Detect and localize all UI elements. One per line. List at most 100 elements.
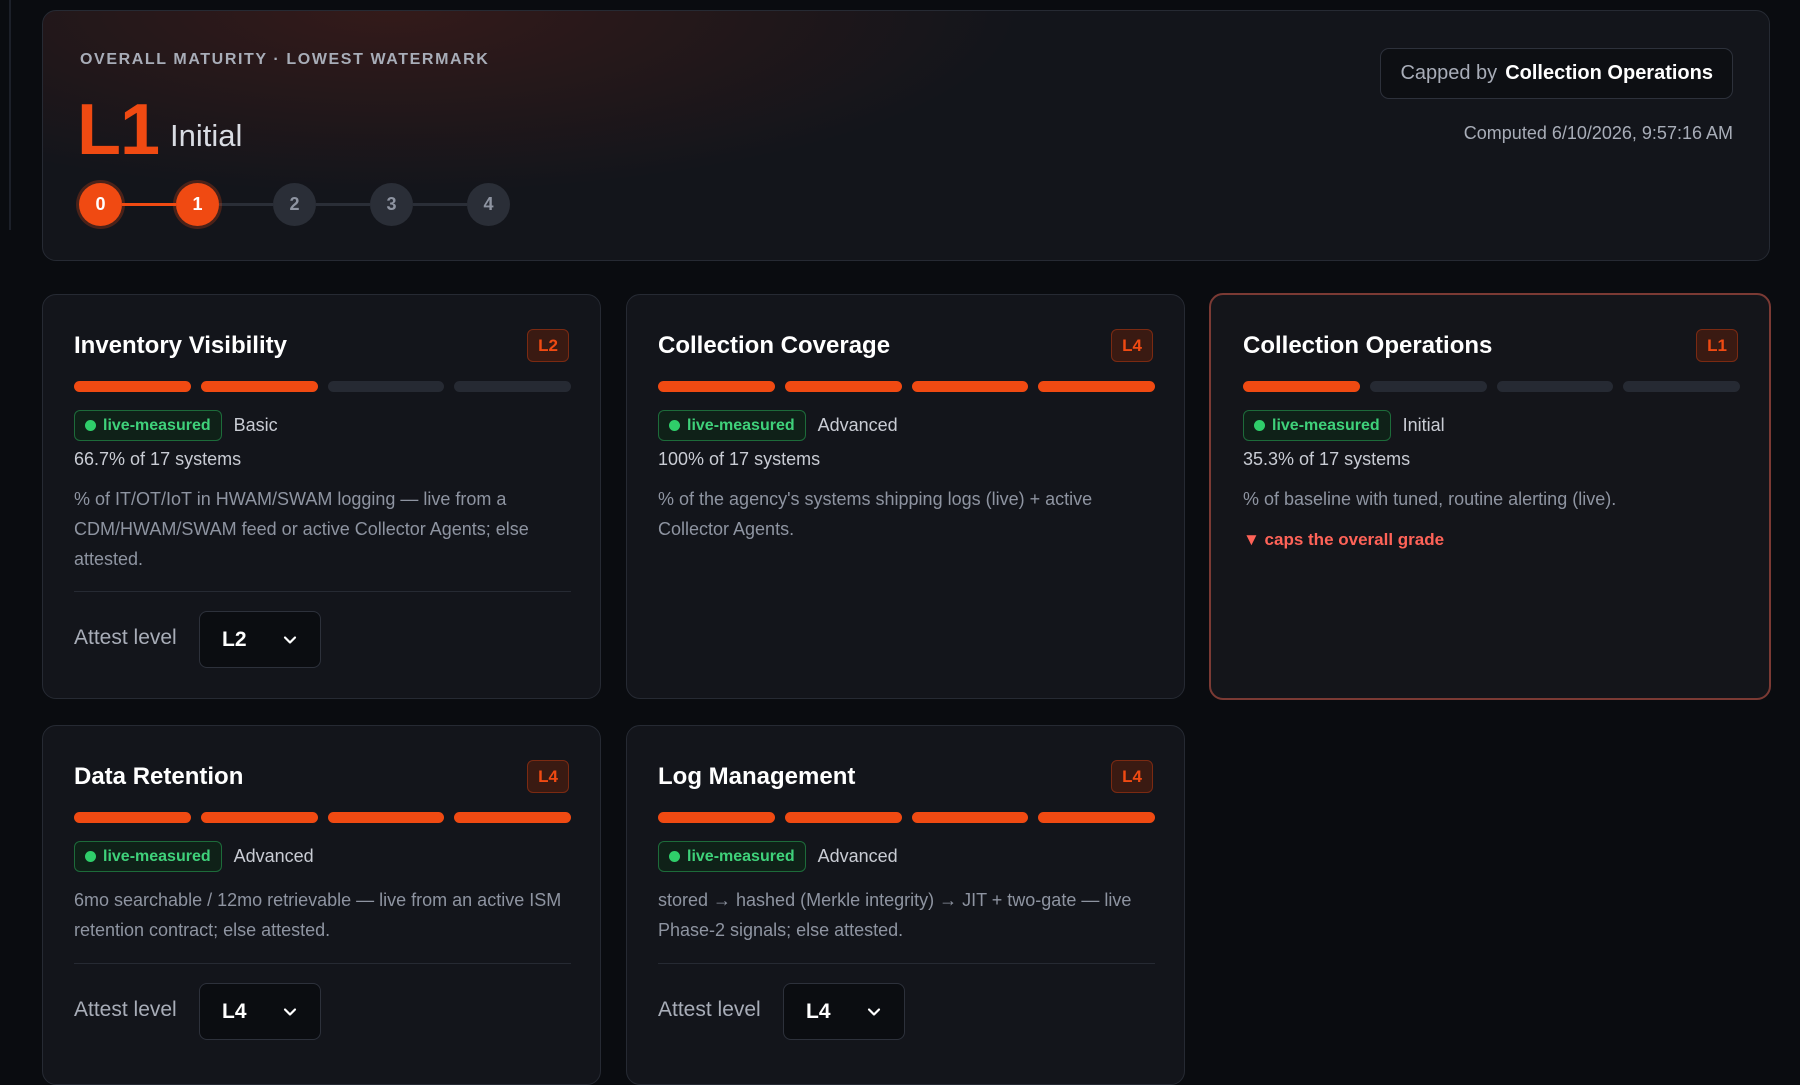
- live-status-dot-icon: [669, 851, 680, 862]
- card-title: Data Retention: [74, 763, 244, 790]
- computed-timestamp: Computed 6/10/2026, 9:57:16 AM: [1463, 123, 1733, 143]
- live-measured-badge: live-measured: [658, 841, 806, 872]
- attest-level-select[interactable]: L2: [199, 611, 321, 668]
- progress-segment: [454, 812, 571, 823]
- attest-level-label: Attest level: [74, 998, 177, 1021]
- live-measured-label: live-measured: [687, 847, 795, 865]
- stepper-step-3: 3: [370, 183, 413, 226]
- metric-card-collection-coverage: Collection Coverage L4 live-measured Adv…: [626, 294, 1185, 699]
- capped-by-dimension: Collection Operations: [1505, 62, 1713, 84]
- maturity-progress-bar: [658, 381, 1155, 392]
- chevron-down-icon: [283, 1007, 297, 1016]
- attest-level-select[interactable]: L4: [199, 983, 321, 1040]
- level-badge: L2: [527, 329, 569, 362]
- live-measured-label: live-measured: [687, 416, 795, 434]
- maturity-progress-bar: [658, 812, 1155, 823]
- tier-label: Advanced: [233, 846, 314, 866]
- progress-segment: [74, 812, 191, 823]
- stepper-step-2: 2: [273, 183, 316, 226]
- level-badge: L4: [1111, 329, 1153, 362]
- maturity-progress-bar: [74, 812, 571, 823]
- metric-card-inventory-visibility: Inventory Visibility L2 live-measured Ba…: [42, 294, 601, 699]
- level-badge: L4: [527, 760, 569, 793]
- stepper-step-4: 4: [467, 183, 510, 226]
- metric-card-data-retention: Data Retention L4 live-measured Advanced…: [42, 725, 601, 1085]
- progress-segment: [1038, 812, 1155, 823]
- live-measured-label: live-measured: [103, 416, 211, 434]
- metric-description: stored → hashed (Merkle integrity) → JIT…: [658, 890, 1132, 940]
- stepper-connector: [122, 203, 176, 206]
- progress-segment: [784, 381, 902, 392]
- divider: [74, 963, 571, 964]
- progress-segment: [200, 812, 318, 823]
- overall-maturity-panel: OVERALL MATURITY · LOWEST WATERMARK L1 I…: [42, 10, 1770, 261]
- progress-segment: [658, 812, 775, 823]
- maturity-progress-bar: [74, 381, 571, 392]
- maturity-progress-bar: [1243, 381, 1740, 392]
- level-badge: L4: [1111, 760, 1153, 793]
- card-title: Collection Coverage: [658, 332, 891, 359]
- live-measured-badge: live-measured: [658, 410, 806, 441]
- level-badge: L1: [1696, 329, 1738, 362]
- live-measured-badge: live-measured: [74, 841, 222, 872]
- metric-description: % of the agency's systems shipping logs …: [658, 489, 1093, 539]
- live-status-dot-icon: [1254, 420, 1265, 431]
- card-title: Log Management: [658, 763, 856, 790]
- coverage-stat: 66.7% of 17 systems: [74, 449, 242, 469]
- caps-overall-grade-note: ▼ caps the overall grade: [1243, 530, 1445, 549]
- tag-row: live-measured Advanced: [658, 841, 898, 872]
- left-rail-divider: [9, 0, 11, 230]
- tier-label: Advanced: [817, 415, 898, 435]
- progress-segment: [658, 381, 775, 392]
- progress-segment: [784, 812, 902, 823]
- chevron-down-icon: [867, 1007, 881, 1016]
- progress-segment: [327, 381, 445, 392]
- live-status-dot-icon: [669, 420, 680, 431]
- progress-segment: [911, 381, 1029, 392]
- progress-segment: [1623, 381, 1740, 392]
- metric-card-collection-operations: Collection Operations L1 live-measured I…: [1209, 293, 1771, 700]
- divider: [74, 591, 571, 592]
- attest-level-value: L2: [222, 627, 247, 651]
- capped-by-badge: Capped by Collection Operations: [1380, 48, 1733, 99]
- attest-level-value: L4: [222, 999, 247, 1023]
- stepper-connector: [316, 203, 370, 206]
- progress-segment: [1243, 381, 1360, 392]
- overall-maturity-overline: OVERALL MATURITY · LOWEST WATERMARK: [80, 51, 490, 68]
- live-status-dot-icon: [85, 851, 96, 862]
- card-title: Inventory Visibility: [74, 332, 287, 359]
- tag-row: live-measured Initial: [1243, 410, 1445, 441]
- chevron-down-icon: [283, 635, 297, 644]
- live-measured-badge: live-measured: [1243, 410, 1391, 441]
- overall-level-name: Initial: [170, 118, 243, 153]
- coverage-stat: 100% of 17 systems: [658, 449, 821, 469]
- tier-label: Initial: [1402, 415, 1445, 435]
- progress-segment: [74, 381, 191, 392]
- attest-level-value: L4: [806, 999, 831, 1023]
- progress-segment: [327, 812, 445, 823]
- coverage-stat: 35.3% of 17 systems: [1243, 449, 1411, 469]
- tag-row: live-measured Advanced: [74, 841, 314, 872]
- tier-label: Advanced: [817, 846, 898, 866]
- overall-level: L1: [77, 90, 160, 170]
- attest-level-label: Attest level: [74, 626, 177, 649]
- stepper-step-1: 1: [176, 183, 219, 226]
- stepper-connector: [413, 203, 467, 206]
- metric-description: % of baseline with tuned, routine alerti…: [1243, 489, 1617, 509]
- stepper-connector: [219, 203, 273, 206]
- progress-segment: [1038, 381, 1155, 392]
- maturity-stepper: 0 1 2 3 4: [79, 181, 519, 227]
- progress-segment: [911, 812, 1029, 823]
- tag-row: live-measured Advanced: [658, 410, 898, 441]
- live-measured-badge: live-measured: [74, 410, 222, 441]
- attest-level-select[interactable]: L4: [783, 983, 905, 1040]
- progress-segment: [1496, 381, 1614, 392]
- metric-card-log-management: Log Management L4 live-measured Advanced…: [626, 725, 1185, 1085]
- capped-by-prefix: Capped by: [1400, 62, 1498, 84]
- tag-row: live-measured Basic: [74, 410, 278, 441]
- stepper-step-0: 0: [79, 183, 122, 226]
- live-measured-label: live-measured: [103, 847, 211, 865]
- tier-label: Basic: [233, 415, 278, 435]
- live-status-dot-icon: [85, 420, 96, 431]
- divider: [658, 963, 1155, 964]
